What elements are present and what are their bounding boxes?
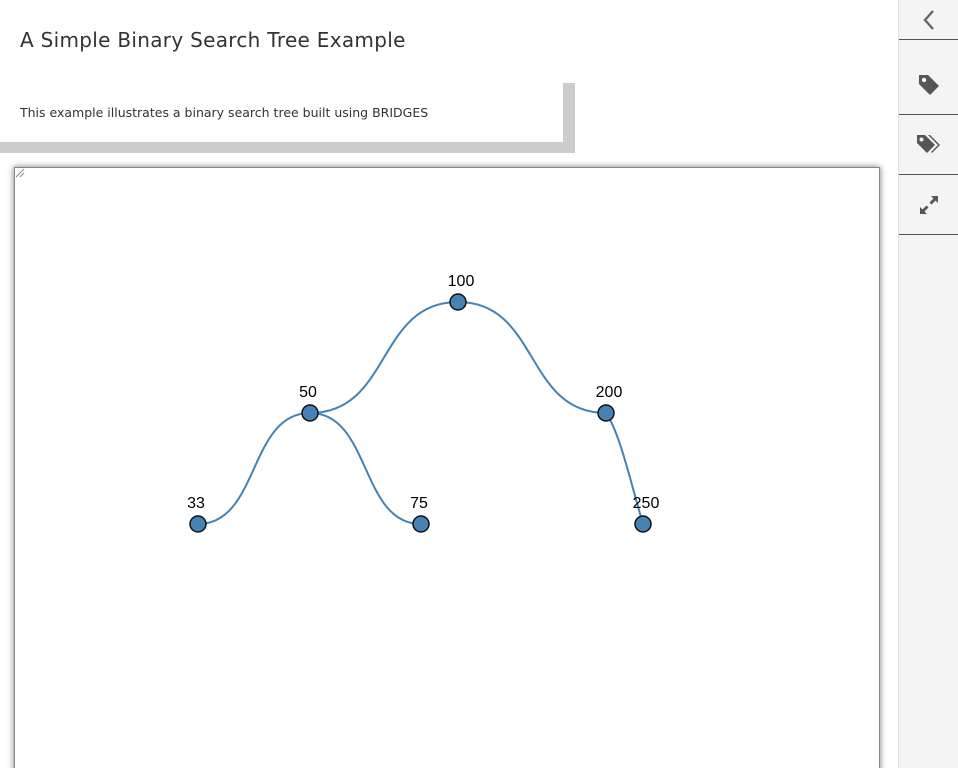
tree-edge-100-200	[457, 301, 607, 414]
fullscreen-button[interactable]	[899, 175, 958, 235]
tag-icon	[919, 74, 939, 95]
description-panel: This example illustrates a binary search…	[0, 83, 575, 153]
sidebar	[898, 0, 958, 768]
tree-node-75[interactable]: 75	[410, 495, 430, 533]
tree-node-50[interactable]: 50	[299, 384, 319, 422]
visualization-canvas[interactable]: 100 50 200 33 75 250	[14, 167, 880, 768]
tree-edge-50-75	[309, 412, 422, 525]
tree-node-label: 50	[299, 384, 317, 401]
toggle-all-labels-button[interactable]	[899, 115, 958, 175]
tree-edge-100-50	[309, 301, 459, 414]
tags-icon	[917, 134, 940, 153]
tree-node-circle[interactable]	[634, 515, 652, 533]
collapse-sidebar-button[interactable]	[899, 0, 958, 40]
tree-node-200[interactable]: 200	[596, 384, 623, 422]
description-panel-inner: This example illustrates a binary search…	[0, 83, 563, 142]
tree-node-33[interactable]: 33	[187, 495, 207, 533]
tree-node-100[interactable]: 100	[448, 273, 475, 311]
page: A Simple Binary Search Tree Example This…	[0, 0, 958, 768]
tree-node-label: 33	[187, 495, 205, 512]
tree-node-label: 100	[448, 273, 475, 290]
tree-node-label: 250	[633, 495, 660, 512]
page-title: A Simple Binary Search Tree Example	[20, 28, 406, 52]
toggle-label-button[interactable]	[899, 55, 958, 115]
expand-icon	[920, 195, 938, 214]
tree-node-circle[interactable]	[412, 515, 430, 533]
tree-node-circle[interactable]	[301, 404, 319, 422]
resize-grip-icon[interactable]	[15, 168, 25, 178]
tree-node-label: 75	[410, 495, 428, 512]
tree-edge-50-33	[197, 412, 311, 525]
edges-layer	[197, 301, 644, 525]
tree-node-circle[interactable]	[597, 404, 615, 422]
tree-node-circle[interactable]	[449, 293, 467, 311]
tree-node-circle[interactable]	[189, 515, 207, 533]
tree-node-250[interactable]: 250	[633, 495, 660, 533]
chevron-left-icon	[923, 9, 934, 30]
description-text: This example illustrates a binary search…	[20, 105, 429, 120]
tree-svg[interactable]: 100 50 200 33 75 250	[15, 168, 879, 768]
tree-node-label: 200	[596, 384, 623, 401]
